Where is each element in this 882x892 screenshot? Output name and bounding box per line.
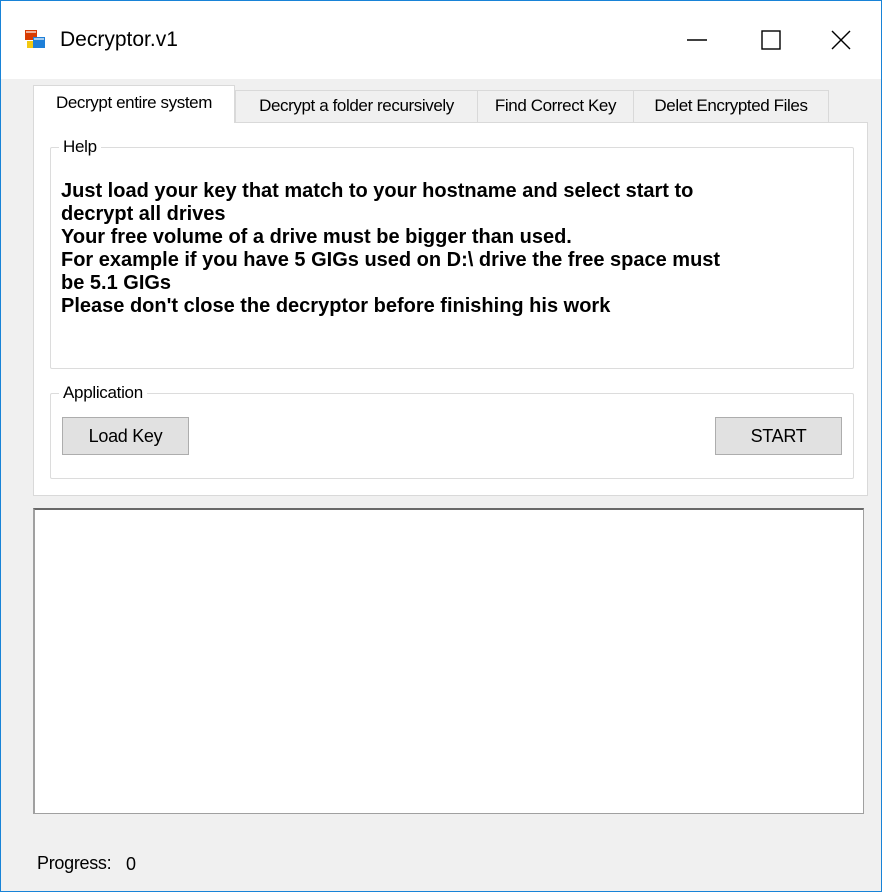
title-bar[interactable]: Decryptor.v1 [1,1,881,79]
decryptor-window: Decryptor.v1 Decrypt entire system Decry… [0,0,882,892]
minimize-button[interactable] [657,1,737,79]
tab-find-correct-key[interactable]: Find Correct Key [477,90,634,122]
start-button[interactable]: START [715,417,842,455]
app-window-icon [25,29,45,49]
maximize-button[interactable] [731,1,811,79]
progress-label: Progress: [37,853,112,873]
help-line: For example if you have 5 GIGs used on D… [61,249,721,271]
progress-value: 0 [126,854,137,874]
window-title: Decryptor.v1 [60,28,178,51]
application-legend: Application [59,381,147,405]
load-key-button[interactable]: Load Key [62,417,189,455]
application-groupbox: Application Load Key START [50,381,854,479]
help-line: be 5.1 GIGs [61,272,172,294]
help-line: Your free volume of a drive must be bigg… [61,226,572,248]
maximize-icon [760,29,782,51]
help-text: Just load your key that match to your ho… [61,180,841,318]
log-output-textbox[interactable] [33,508,864,814]
help-line: Just load your key that match to your ho… [61,180,694,202]
tab-decrypt-folder-recursively[interactable]: Decrypt a folder recursively [235,90,478,122]
tab-delete-encrypted-files[interactable]: Delet Encrypted Files [633,90,829,122]
tab-decrypt-entire-system[interactable]: Decrypt entire system [33,85,235,123]
help-groupbox: Help Just load your key that match to yo… [50,135,854,369]
help-line: decrypt all drives [61,203,226,225]
help-line: Please don't close the decryptor before … [61,295,611,317]
tab-panel-decrypt-entire-system: Help Just load your key that match to yo… [33,122,868,496]
close-icon [830,29,852,51]
help-legend: Help [59,135,101,159]
minimize-icon [686,29,708,51]
close-button[interactable] [801,1,881,79]
